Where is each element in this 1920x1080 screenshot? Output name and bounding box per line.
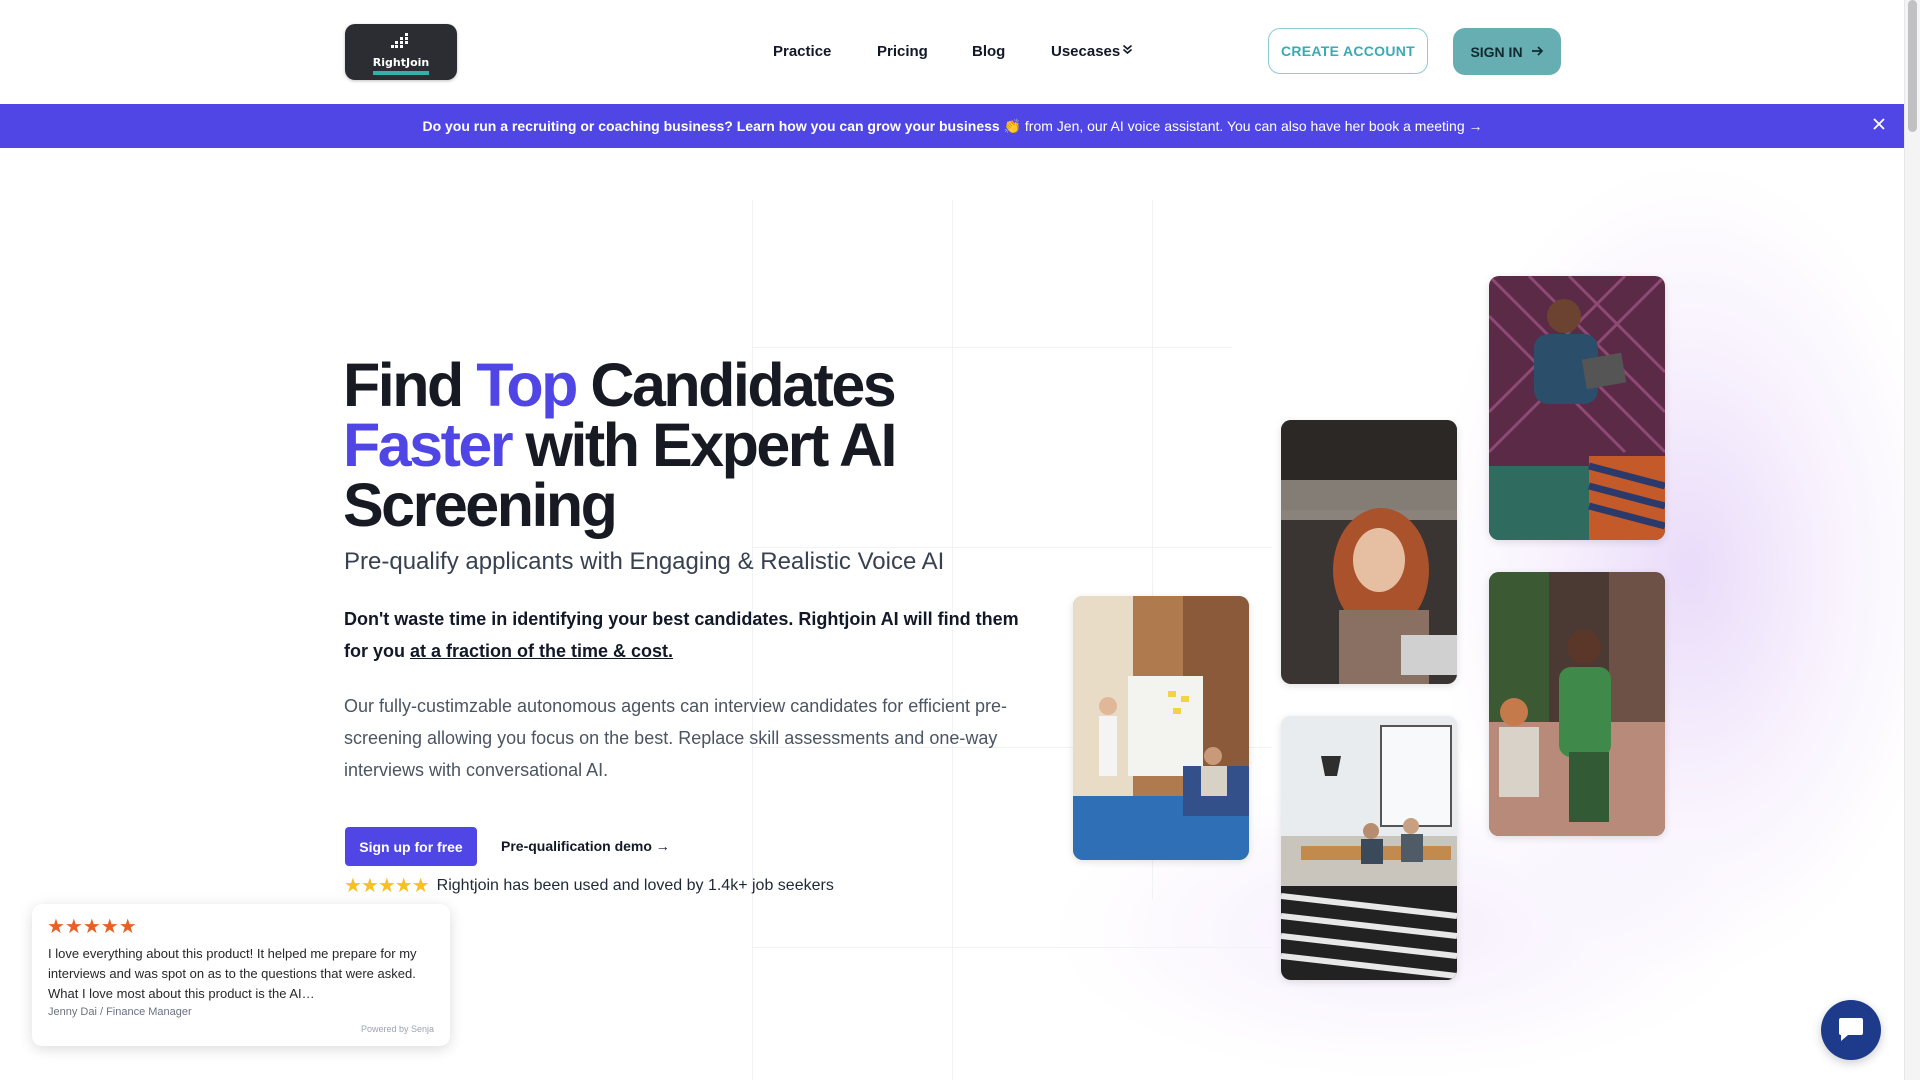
title-word: with Expert AI xyxy=(511,411,898,479)
star-rating-icon: ★★★★★ xyxy=(344,875,430,897)
nav-practice[interactable]: Practice xyxy=(773,43,831,60)
testimonial-author: Jenny Dai / Finance Manager xyxy=(48,1006,192,1018)
photo-team-whiteboard xyxy=(1073,596,1249,860)
photo-office-desks xyxy=(1281,716,1457,980)
scrollbar-thumb[interactable] xyxy=(1908,0,1917,132)
title-word: Find xyxy=(343,351,477,419)
page-scrollbar[interactable] xyxy=(1904,0,1920,1080)
title-word: Screening xyxy=(343,471,618,539)
announcement-bold: Do you run a recruiting or coaching busi… xyxy=(422,118,1000,134)
hero-lead: Don't waste time in identifying your bes… xyxy=(344,603,1024,667)
title-accent-top: Top xyxy=(476,351,578,419)
rating-text: Rightjoin has been used and loved by 1.4… xyxy=(436,877,834,894)
announcement-bar[interactable]: Do you run a recruiting or coaching busi… xyxy=(0,104,1905,148)
nav-usecases[interactable]: Usecases xyxy=(1051,43,1133,60)
hero-subtitle: Pre-qualify applicants with Engaging & R… xyxy=(344,548,945,575)
logo-mark-icon xyxy=(391,33,411,51)
hero-body: Our fully-custimzable autonomous agents … xyxy=(344,696,1008,780)
sign-in-label: SIGN IN xyxy=(1470,43,1523,60)
logo-wordmark: RightJoin xyxy=(372,56,430,69)
lead-underlined-link[interactable]: at a fraction of the time & cost. xyxy=(410,641,673,661)
chat-widget-button[interactable] xyxy=(1821,1000,1881,1060)
hero-title: Find Top Candidates Faster with Expert A… xyxy=(343,355,1063,536)
photo-man-tablet xyxy=(1489,276,1665,540)
announcement-rest: from Jen, our AI voice assistant. You ca… xyxy=(1021,118,1483,134)
rightjoin-logo[interactable]: RightJoin xyxy=(345,24,457,80)
close-icon[interactable] xyxy=(1872,116,1886,134)
grid-line xyxy=(752,347,1232,348)
grid-line xyxy=(752,947,1272,948)
arrow-right-icon xyxy=(1531,44,1544,60)
site-header: RightJoin Practice Pricing Blog Usecases… xyxy=(0,0,1905,104)
testimonial-quote: I love everything about this product! It… xyxy=(48,946,417,1001)
sign-in-button[interactable]: SIGN IN xyxy=(1453,28,1561,75)
powered-by-link[interactable]: Powered by Senja xyxy=(361,1024,434,1034)
logo-underline xyxy=(373,71,429,75)
nav-pricing[interactable]: Pricing xyxy=(877,43,928,60)
chat-bubble-icon xyxy=(1839,1018,1863,1041)
clap-emoji: 👏 xyxy=(1003,118,1022,134)
title-accent-faster: Faster xyxy=(343,411,514,479)
chevron-double-down-icon xyxy=(1122,44,1133,58)
photo-woman-sofa xyxy=(1489,572,1665,836)
sign-up-free-button[interactable]: Sign up for free xyxy=(345,827,477,866)
title-word: Candidates xyxy=(575,351,896,419)
announcement-text: Do you run a recruiting or coaching busi… xyxy=(0,118,1905,135)
review-stars-icon: ★★★★★ xyxy=(47,916,137,938)
photo-woman-laptop xyxy=(1281,420,1457,684)
prequalification-demo-link[interactable]: Pre-qualification demo → xyxy=(501,838,670,854)
nav-blog[interactable]: Blog xyxy=(972,43,1005,60)
create-account-button[interactable]: CREATE ACCOUNT xyxy=(1268,28,1428,74)
nav-usecases-label: Usecases xyxy=(1051,43,1121,60)
rating-row: ★★★★★ Rightjoin has been used and loved … xyxy=(344,876,834,896)
testimonial-card[interactable]: ★★★★★ I love everything about this produ… xyxy=(32,904,450,1046)
